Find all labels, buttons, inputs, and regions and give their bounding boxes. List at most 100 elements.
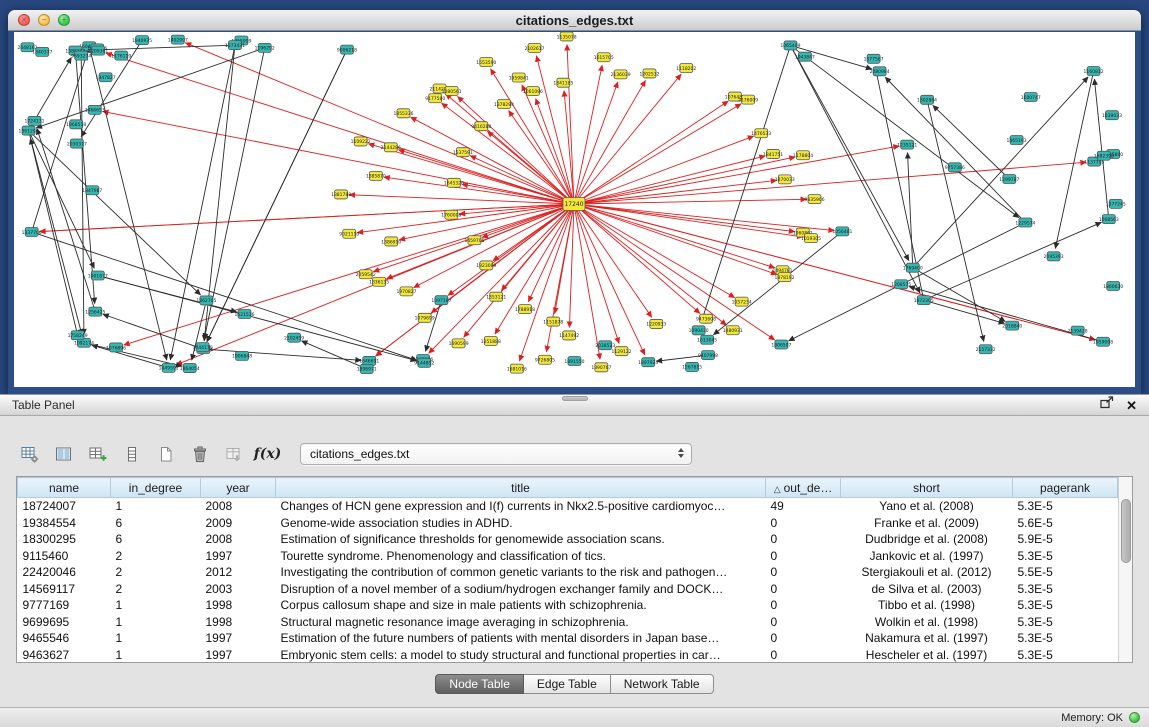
cell-pagerank[interactable]: 5.9E-5 [1013,531,1118,548]
cell-name[interactable]: 9463627 [18,647,111,664]
table-row[interactable]: 977716911998Corpus callosum shape and si… [18,597,1118,614]
tab-edge-table[interactable]: Edge Table [524,674,611,694]
cell-out_degree[interactable]: 0 [766,614,841,631]
column-header-out_degree[interactable]: △out_de… [766,478,841,498]
cell-title[interactable]: Structural magnetic resonance image aver… [276,614,766,631]
table-row[interactable]: 2242004622012Investigating the contribut… [18,564,1118,581]
column-header-title[interactable]: title [276,478,766,498]
graph-edge[interactable] [425,300,441,351]
cell-short[interactable]: Franke et al. (2009) [841,515,1013,532]
cell-out_degree[interactable]: 0 [766,581,841,598]
cell-name[interactable]: 14569117 [18,581,111,598]
graph-edge[interactable] [37,128,95,311]
cell-in_degree[interactable]: 6 [111,515,201,532]
table-row[interactable]: 1456911722003Disruption of a novel membe… [18,581,1118,598]
cell-name[interactable]: 9699695 [18,614,111,631]
graph-edge[interactable] [75,51,94,304]
cell-out_degree[interactable]: 0 [766,647,841,664]
graph-edge[interactable] [81,56,84,335]
cell-in_degree[interactable]: 2 [111,564,201,581]
cell-short[interactable]: Hescheler et al. (1997) [841,647,1013,664]
cell-out_degree[interactable]: 0 [766,564,841,581]
delete-table-button[interactable] [186,442,213,467]
cell-pagerank[interactable]: 5.3E-5 [1013,597,1118,614]
show-columns-button[interactable] [50,442,77,467]
cell-short[interactable]: Yano et al. (2008) [841,498,1013,515]
column-header-pagerank[interactable]: pagerank [1013,478,1118,498]
table-row[interactable]: 1830029562008Estimation of significance … [18,531,1118,548]
cell-in_degree[interactable]: 1 [111,630,201,647]
graph-edge[interactable] [414,204,574,288]
memory-status[interactable]: Memory: OK [1061,712,1123,724]
graph-edge[interactable] [574,204,795,232]
cell-pagerank[interactable]: 5.3E-5 [1013,647,1118,664]
cell-name[interactable]: 19384554 [18,515,111,532]
cell-in_degree[interactable]: 1 [111,614,201,631]
graph-edge[interactable] [574,82,618,204]
cell-in_degree[interactable]: 1 [111,498,201,515]
cell-title[interactable]: Tourette syndrome. Phenomenology and cla… [276,548,766,565]
graph-edge[interactable] [204,48,264,339]
table-row[interactable]: 946554611997Estimation of the future num… [18,630,1118,647]
graph-edge[interactable] [528,204,574,302]
cell-short[interactable]: Nakamura et al. (1997) [841,630,1013,647]
cell-out_degree[interactable]: 0 [766,630,841,647]
cell-title[interactable]: Investigating the contribution of common… [276,564,766,581]
function-builder-button[interactable]: f(x) [254,442,281,467]
cell-name[interactable]: 18724007 [18,498,111,515]
graph-edge[interactable] [106,53,574,204]
splitter-handle[interactable] [562,396,588,401]
cell-year[interactable]: 2008 [201,498,276,515]
vertical-scrollbar[interactable] [1118,477,1132,662]
cell-pagerank[interactable]: 5.3E-5 [1013,614,1118,631]
cell-year[interactable]: 2003 [201,581,276,598]
cell-year[interactable]: 1998 [201,614,276,631]
cell-out_degree[interactable]: 0 [766,515,841,532]
graph-edge[interactable] [376,204,574,356]
network-view[interactable]: 1724098359061960861101930514947811878192… [14,32,1135,387]
graph-edge[interactable] [574,204,803,237]
graph-edge[interactable] [574,156,765,204]
graph-edge[interactable] [458,96,574,204]
cell-title[interactable]: Changes of HCN gene expression and I(f) … [276,498,766,515]
graph-edge[interactable] [701,45,790,322]
cell-year[interactable]: 2012 [201,564,276,581]
cell-name[interactable]: 9115460 [18,548,111,565]
cell-in_degree[interactable]: 2 [111,548,201,565]
table-row[interactable]: 969969511998Structural magnetic resonanc… [18,614,1118,631]
cell-short[interactable]: Wolkin et al. (1998) [841,614,1013,631]
tab-network-table[interactable]: Network Table [611,674,714,694]
minimize-window-button[interactable]: − [38,14,50,26]
graph-edge[interactable] [29,131,95,269]
cell-year[interactable]: 1997 [201,630,276,647]
column-header-in_degree[interactable]: in_degree [111,478,201,498]
scrollbar-thumb[interactable] [1121,499,1131,563]
graph-edge[interactable] [924,222,1102,300]
cell-in_degree[interactable]: 1 [111,647,201,664]
create-column-button[interactable] [84,442,111,467]
cell-title[interactable]: Corpus callosum shape and size in male p… [276,597,766,614]
cell-title[interactable]: Estimation of significance thresholds fo… [276,531,766,548]
cell-short[interactable]: Jankovic et al. (1997) [841,548,1013,565]
zoom-window-button[interactable]: + [58,14,70,26]
cell-year[interactable]: 1998 [201,597,276,614]
graph-edge[interactable] [574,204,619,344]
network-canvas[interactable]: 1724098359061960861101930514947811878192… [14,32,1135,387]
graph-edge[interactable] [564,91,574,204]
table-row[interactable]: 911546021997Tourette syndrome. Phenomeno… [18,548,1118,565]
table-selector-dropdown[interactable]: citations_edges.txt [300,443,692,465]
graph-edge[interactable] [84,343,182,366]
cell-name[interactable]: 9777169 [18,597,111,614]
graph-edge[interactable] [574,204,775,340]
new-document-button[interactable] [152,442,179,467]
graph-edge[interactable] [411,117,574,204]
cell-pagerank[interactable]: 5.5E-5 [1013,564,1118,581]
table-row[interactable]: 1872400712008Changes of HCN gene express… [18,498,1118,515]
cell-out_degree[interactable]: 49 [766,498,841,515]
cell-pagerank[interactable]: 5.3E-5 [1013,581,1118,598]
cell-in_degree[interactable]: 6 [111,531,201,548]
table-row[interactable]: 1938455462009Genome-wide association stu… [18,515,1118,532]
graph-edge[interactable] [29,131,201,295]
cell-short[interactable]: Dudbridge et al. (2008) [841,531,1013,548]
float-panel-icon[interactable] [1100,396,1114,414]
